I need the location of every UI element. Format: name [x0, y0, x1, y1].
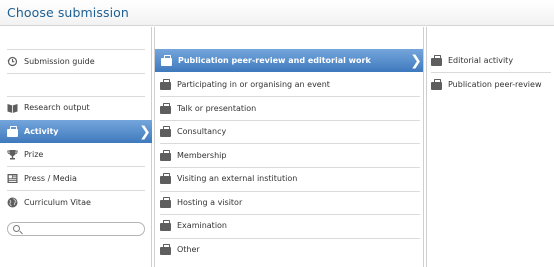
menu-item-membership[interactable]: Membership — [160, 144, 420, 167]
menu-item-label: Hosting a visitor — [177, 198, 243, 207]
briefcase-icon — [161, 55, 172, 66]
menu-item-talk-presentation[interactable]: Talk or presentation — [160, 97, 420, 120]
menu-item-activity[interactable]: Activity ❯ — [0, 120, 152, 143]
briefcase-icon — [160, 220, 171, 231]
menu-item-label: Examination — [177, 221, 228, 230]
briefcase-icon — [160, 150, 171, 161]
briefcase-icon — [160, 244, 171, 255]
menu-item-label: Activity — [24, 127, 59, 136]
separator — [7, 73, 145, 74]
activity-type-column: Publication peer-review and editorial wo… — [154, 27, 424, 267]
menu-item-label: Participating in or organising an event — [177, 80, 330, 89]
menu-item-label: Prize — [24, 150, 44, 159]
menu-item-consultancy[interactable]: Consultancy — [160, 120, 420, 143]
search-icon — [13, 225, 20, 232]
menu-item-hosting-visitor[interactable]: Hosting a visitor — [160, 191, 420, 214]
briefcase-icon — [431, 55, 442, 66]
menu-item-label: Submission guide — [24, 57, 95, 66]
chevron-right-icon: ❯ — [139, 123, 151, 140]
menu-item-label: Visiting an external institution — [177, 174, 298, 183]
menu-item-prize[interactable]: Prize — [7, 143, 145, 166]
menu-item-label: Talk or presentation — [177, 104, 257, 113]
briefcase-icon — [7, 126, 18, 137]
menu-item-other[interactable]: Other — [160, 238, 420, 261]
globe-icon — [7, 197, 18, 208]
trophy-icon — [7, 149, 18, 160]
menu-item-label: Curriculum Vitae — [24, 198, 91, 207]
menu-item-submission-guide[interactable]: Submission guide — [7, 50, 145, 73]
menu-item-label: Consultancy — [177, 127, 227, 136]
menu-item-examination[interactable]: Examination — [160, 214, 420, 237]
search-input[interactable] — [7, 222, 145, 236]
menu-item-publication-peer-review[interactable]: Publication peer-review — [431, 73, 551, 96]
briefcase-icon — [431, 79, 442, 90]
briefcase-icon — [160, 173, 171, 184]
briefcase-icon — [160, 103, 171, 114]
menu-item-research-output[interactable]: Research output — [7, 96, 145, 119]
menu-item-publication-peer-review-editorial[interactable]: Publication peer-review and editorial wo… — [155, 49, 423, 72]
page-title: Choose submission — [7, 5, 129, 20]
menu-item-label: Publication peer-review — [448, 80, 542, 89]
menu-item-label: Press / Media — [24, 174, 77, 183]
subtype-column: Editorial activity Publication peer-revi… — [426, 27, 554, 267]
briefcase-icon — [160, 126, 171, 137]
category-column: Submission guide Research output Activit… — [0, 27, 152, 267]
menu-item-visiting-institution[interactable]: Visiting an external institution — [160, 167, 420, 190]
menu-item-curriculum-vitae[interactable]: Curriculum Vitae — [7, 191, 145, 214]
menu-item-label: Editorial activity — [448, 56, 514, 65]
chevron-right-icon: ❯ — [410, 52, 422, 69]
menu-item-participating-event[interactable]: Participating in or organising an event — [160, 73, 420, 96]
history-icon — [7, 56, 18, 67]
book-icon — [7, 102, 18, 113]
briefcase-icon — [160, 197, 171, 208]
menu-item-label: Membership — [177, 151, 227, 160]
newspaper-icon — [7, 173, 18, 184]
menu-item-press-media[interactable]: Press / Media — [7, 167, 145, 190]
briefcase-icon — [160, 79, 171, 90]
menu-item-label: Other — [177, 245, 200, 254]
menu-item-editorial-activity[interactable]: Editorial activity — [431, 49, 551, 72]
menu-item-label: Publication peer-review and editorial wo… — [178, 56, 371, 65]
title-bar: Choose submission — [0, 0, 554, 26]
menu-item-label: Research output — [24, 103, 90, 112]
